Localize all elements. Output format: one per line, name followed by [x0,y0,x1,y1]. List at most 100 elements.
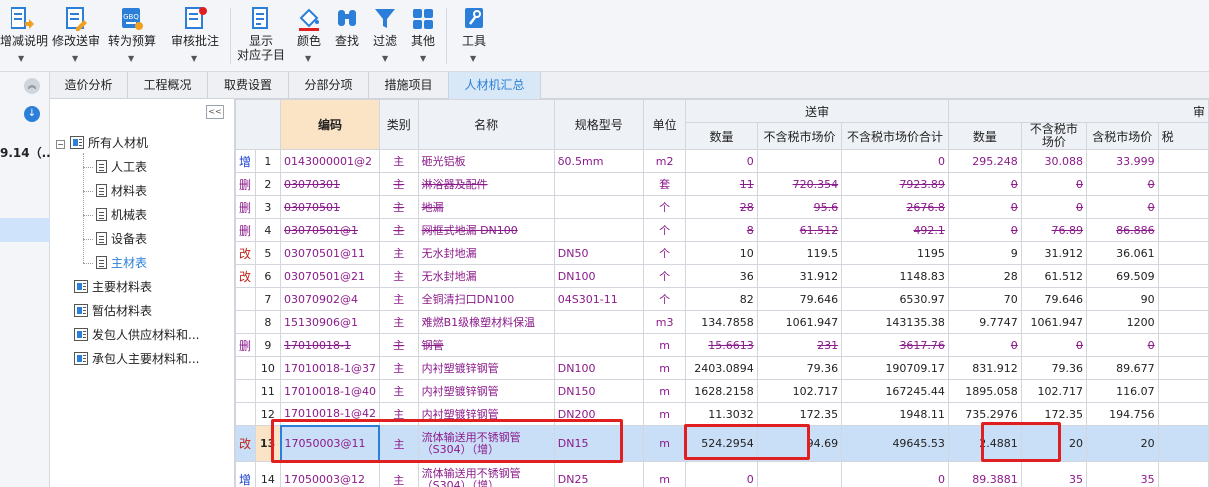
cell-qty[interactable]: 15.6613 [685,333,758,357]
cell-type[interactable]: 主 [378,287,419,311]
table-row[interactable]: 删 2 03070301 主淋浴器及配件套 11 720.354 7923.89 0 0 0 [235,172,1209,196]
cell-qty[interactable]: 28 [685,195,758,219]
cell-name[interactable]: 无水封地漏 [417,241,555,265]
cell-tax[interactable] [1157,264,1209,288]
cell-tax[interactable] [1157,195,1209,219]
cell-price-in-review[interactable]: 194.756 [1086,402,1159,426]
cell-unit[interactable]: m [642,356,687,380]
cell-type[interactable]: 主 [378,241,419,265]
cell-code[interactable]: 03070902@4 [280,287,380,311]
nav-selected-item[interactable] [0,218,50,242]
cell-spec[interactable]: δ0.5mm [553,149,644,173]
cell-price-ex[interactable] [756,149,843,173]
cell-type[interactable]: 主 [378,333,419,357]
cell-type[interactable]: 主 [378,461,419,487]
cell-price-ex-review[interactable]: 102.717 [1020,379,1088,403]
cell-type[interactable]: 主 [378,195,419,219]
table-row[interactable]: 删 4 03070501@1 主网框式地漏 DN100 个 8 61.512 492.1 0 76… [235,218,1209,242]
row-number[interactable]: 3 [254,195,282,219]
cell-unit[interactable]: 个 [642,218,687,242]
cell-tax[interactable] [1157,425,1209,462]
cell-name[interactable]: 砸光铝板 [417,149,555,173]
cell-code[interactable]: 03070501 [280,195,380,219]
cell-price-ex-review[interactable]: 1061.947 [1020,310,1088,334]
cell-tax[interactable] [1157,149,1209,173]
cell-price-in-review[interactable]: 89.677 [1086,356,1159,380]
cell-price-in-review[interactable]: 90 [1086,287,1159,311]
table-row[interactable]: 7 03070902@4 主全铜清扫口DN100 04S301-11 个 82 79.646… [235,287,1209,311]
tab-fee-settings[interactable]: 取费设置 [208,72,289,99]
cell-qty-review[interactable]: 9.7747 [947,310,1022,334]
col-header-total-ex[interactable]: 不含税市场价合计 [841,122,949,150]
cell-name[interactable]: 全铜清扫口DN100 [417,287,555,311]
cell-total-ex[interactable]: 0 [841,461,949,487]
cell-total-ex[interactable]: 190709.17 [841,356,949,380]
tab-labor-material-summary[interactable]: 人材机汇总 [449,72,541,99]
chevron-down-icon[interactable]: ▼ [128,54,134,63]
cell-qty[interactable]: 1628.2158 [685,379,758,403]
cell-code[interactable]: 17010018-1@40 [280,379,380,403]
cell-total-ex[interactable]: 143135.38 [841,310,949,334]
cell-name[interactable]: 难燃B1级橡塑材料保温 [417,310,555,334]
row-number[interactable]: 11 [254,379,282,403]
cell-total-ex[interactable]: 3617.76 [841,333,949,357]
tree-item-material[interactable]: 材料表 [96,181,147,201]
cell-spec[interactable] [553,310,644,334]
cell-qty[interactable]: 10 [685,241,758,265]
cell-price-ex[interactable]: 119.5 [756,241,843,265]
chevron-down-icon[interactable]: ▼ [470,54,476,63]
cell-tax[interactable] [1157,287,1209,311]
tree-root[interactable]: − 所有人材机 [56,133,148,153]
download-icon[interactable]: ↓ [24,106,40,122]
show-sub-item-button[interactable]: 显示 对应子目 [236,4,286,68]
row-number[interactable]: 4 [254,218,282,242]
cell-qty-review[interactable]: 831.912 [947,356,1022,380]
cell-unit[interactable]: m [642,425,687,462]
table-row[interactable]: 增 1 0143000001@2 主砸光铝板 δ0.5mm m2 0 0 295.248 30.0… [235,149,1209,173]
cell-name[interactable]: 钢管 [417,333,555,357]
cell-price-ex[interactable]: 31.912 [756,264,843,288]
project-label[interactable]: 9.14（... [0,144,55,161]
cell-price-ex-review[interactable]: 76.89 [1020,218,1088,242]
table-row[interactable]: 增 14 17050003@12 主流体输送用不锈钢管（S304）（增） DN25 m 0 0… [235,461,1209,487]
cell-qty-review[interactable]: 295.248 [947,149,1022,173]
tree-item-labor[interactable]: 人工表 [96,157,147,177]
cell-total-ex[interactable]: 492.1 [841,218,949,242]
cell-price-ex-review[interactable]: 61.512 [1020,264,1088,288]
cell-price-in-review[interactable]: 0 [1086,172,1159,196]
cell-price-in-review[interactable]: 36.061 [1086,241,1159,265]
col-header-unit[interactable]: 单位 [642,99,687,150]
tree-item-main-material[interactable]: 主材表 [96,253,147,273]
col-header-qty[interactable]: 数量 [685,122,758,150]
cell-spec[interactable]: 04S301-11 [553,287,644,311]
cell-qty-review[interactable]: 9 [947,241,1022,265]
cell-unit[interactable]: m [642,461,687,487]
cell-code[interactable]: 03070301 [280,172,380,196]
table-row[interactable]: 8 15130906@1 主难燃B1级橡塑材料保温 m3 134.7858 1061.94… [235,310,1209,334]
cell-price-in-review[interactable]: 20 [1086,425,1159,462]
tab-measures[interactable]: 措施项目 [369,72,449,99]
cell-price-ex-review[interactable]: 35 [1020,461,1088,487]
cell-spec[interactable]: DN50 [553,241,644,265]
tree-item-machine[interactable]: 机械表 [96,205,147,225]
col-header-name[interactable]: 名称 [417,99,555,150]
cell-tax[interactable] [1157,356,1209,380]
table-row[interactable]: 删 3 03070501 主地漏个 28 95.6 2676.8 0 0 0 [235,195,1209,219]
cell-code[interactable]: 15130906@1 [280,310,380,334]
cell-tax[interactable] [1157,379,1209,403]
cell-type[interactable]: 主 [378,310,419,334]
cell-qty-review[interactable]: 0 [947,333,1022,357]
cell-total-ex[interactable]: 2676.8 [841,195,949,219]
cell-name[interactable]: 内衬塑镀锌钢管 [417,379,555,403]
cell-name[interactable]: 地漏 [417,195,555,219]
cell-qty[interactable]: 0 [685,461,758,487]
cell-total-ex[interactable]: 49645.53 [841,425,949,462]
row-number[interactable]: 14 [254,461,282,487]
find-button[interactable]: 查找 [332,4,362,68]
cell-qty-review[interactable]: 70 [947,287,1022,311]
cell-price-ex[interactable]: 79.646 [756,287,843,311]
cell-name[interactable]: 流体输送用不锈钢管（S304）（增） [417,461,555,487]
tab-sub-items[interactable]: 分部分项 [289,72,369,99]
cell-price-in-review[interactable]: 35 [1086,461,1159,487]
cell-spec[interactable] [553,218,644,242]
